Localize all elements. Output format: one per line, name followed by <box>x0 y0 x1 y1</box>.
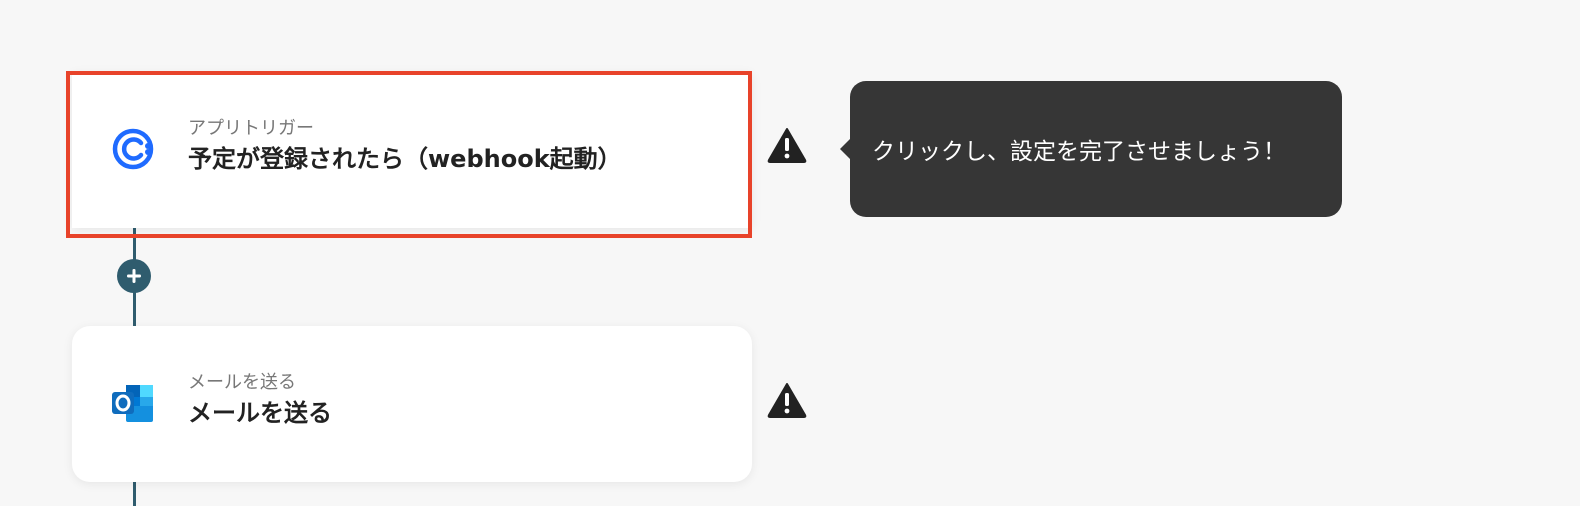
flow-step-title: 予定が登録されたら（webhook起動） <box>188 145 622 173</box>
setup-hint-tooltip: クリックし、設定を完了させましょう！ <box>840 81 1342 217</box>
flow-step-trigger-card[interactable]: アプリトリガー 予定が登録されたら（webhook起動） <box>72 72 752 228</box>
flow-step-send-mail-card[interactable]: メールを送る メールを送る <box>72 326 752 482</box>
flow-step-text: メールを送る メールを送る <box>188 371 332 431</box>
add-step-button[interactable] <box>117 259 151 293</box>
plus-icon <box>127 269 141 283</box>
calendly-icon <box>110 126 156 172</box>
flow-step-type-label: メールを送る <box>188 372 296 393</box>
flow-canvas: アプリトリガー 予定が登録されたら（webhook起動） クリックし、設定を完了… <box>0 0 1580 506</box>
outlook-icon <box>110 380 156 426</box>
flow-step-title: メールを送る <box>188 399 332 427</box>
warning-icon <box>766 126 808 164</box>
flow-step-type-label: アプリトリガー <box>188 118 314 139</box>
tooltip-arrow <box>840 139 850 159</box>
warning-icon <box>766 381 808 419</box>
flow-step-text: アプリトリガー 予定が登録されたら（webhook起動） <box>188 117 622 177</box>
flow-connector-line <box>133 482 136 506</box>
tooltip-text: クリックし、設定を完了させましょう！ <box>872 139 1286 165</box>
